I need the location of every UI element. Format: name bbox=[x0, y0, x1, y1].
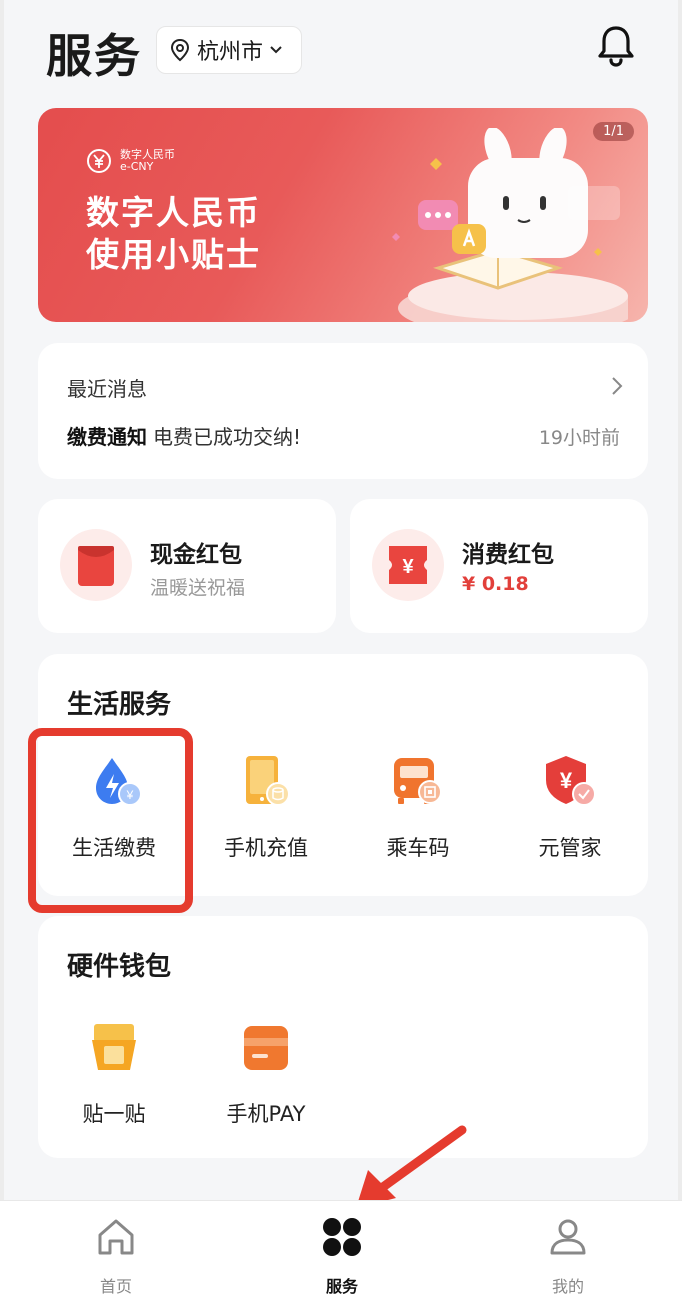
message-time: 19小时前 bbox=[538, 427, 620, 449]
chevron-down-icon bbox=[270, 46, 282, 54]
frame-edge-left bbox=[0, 0, 4, 1304]
service-bus-code[interactable]: 乘车码 bbox=[342, 754, 494, 862]
recent-messages-card[interactable]: 最近消息 缴费通知 电费已成功交纳! 19小时前 bbox=[38, 343, 648, 479]
bottom-navigation: 首页 服务 我的 bbox=[0, 1200, 682, 1304]
message-item: 缴费通知 电费已成功交纳! bbox=[67, 421, 301, 450]
promo-banner[interactable]: 数字人民币 e-CNY 数字人民币 使用小贴士 1/1 bbox=[38, 108, 648, 322]
chevron-right-icon bbox=[612, 377, 623, 395]
cash-red-packet-card[interactable]: 现金红包 温暖送祝福 bbox=[38, 499, 336, 633]
message-type: 缴费通知 bbox=[67, 425, 147, 449]
nav-label: 我的 bbox=[551, 1277, 584, 1296]
svg-text:¥: ¥ bbox=[560, 768, 573, 793]
highlight-box-annotation bbox=[28, 728, 193, 913]
tap-card-icon bbox=[92, 1024, 136, 1070]
recent-messages-title: 最近消息 bbox=[67, 377, 147, 401]
red-envelope-icon bbox=[60, 529, 132, 601]
packet-amount: ¥ 0.18 bbox=[462, 573, 529, 595]
packet-title: 消费红包 bbox=[462, 542, 554, 568]
notification-bell-icon[interactable] bbox=[596, 24, 636, 68]
packet-title: 现金红包 bbox=[150, 542, 242, 568]
nav-home[interactable]: 首页 bbox=[56, 1215, 176, 1297]
nav-label: 首页 bbox=[99, 1277, 132, 1296]
ecny-logo-en: e-CNY bbox=[120, 160, 154, 173]
yuan-shield-icon: ¥ bbox=[546, 756, 596, 806]
hardware-phone-pay[interactable]: 手机PAY bbox=[190, 1020, 342, 1128]
message-text: 电费已成功交纳! bbox=[153, 425, 302, 449]
hardware-tap-card[interactable]: 贴一贴 bbox=[38, 1020, 190, 1128]
phone-pay-icon bbox=[244, 1026, 288, 1070]
profile-icon bbox=[550, 1219, 586, 1255]
hardware-label: 贴一贴 bbox=[82, 1102, 146, 1126]
service-label: 手机充值 bbox=[224, 836, 308, 860]
home-icon bbox=[98, 1219, 134, 1255]
banner-title-line2: 使用小贴士 bbox=[86, 235, 261, 274]
nav-profile[interactable]: 我的 bbox=[508, 1215, 628, 1297]
service-phone-topup[interactable]: 手机充值 bbox=[190, 754, 342, 862]
city-label: 杭州市 bbox=[197, 40, 264, 65]
city-selector[interactable]: 杭州市 bbox=[156, 26, 302, 74]
nav-label: 服务 bbox=[325, 1277, 358, 1296]
consumption-red-packet-card[interactable]: ¥ 消费红包 ¥ 0.18 bbox=[350, 499, 648, 633]
hardware-wallet-title: 硬件钱包 bbox=[67, 952, 172, 982]
services-grid-icon bbox=[323, 1218, 361, 1256]
location-pin-icon bbox=[170, 38, 190, 62]
frame-edge-right bbox=[678, 0, 682, 1304]
packet-subtitle: 温暖送祝福 bbox=[150, 577, 246, 599]
phone-topup-icon bbox=[246, 756, 290, 806]
life-services-title: 生活服务 bbox=[67, 690, 172, 720]
page-title: 服务 bbox=[46, 29, 142, 83]
hardware-label: 手机PAY bbox=[226, 1102, 306, 1126]
nav-services[interactable]: 服务 bbox=[282, 1215, 402, 1297]
svg-text:¥: ¥ bbox=[402, 556, 414, 578]
ecny-logo-icon bbox=[87, 149, 111, 173]
bus-code-icon bbox=[394, 758, 442, 804]
ecny-logo: 数字人民币 e-CNY bbox=[86, 148, 175, 174]
banner-title: 数字人民币 使用小贴士 bbox=[86, 192, 261, 276]
hardware-wallet-card: 硬件钱包 贴一贴 手机PAY bbox=[38, 916, 648, 1158]
header: 服务 杭州市 bbox=[0, 0, 682, 100]
service-label: 元管家 bbox=[538, 836, 602, 860]
service-yuan-butler[interactable]: ¥ 元管家 bbox=[494, 754, 646, 862]
banner-title-line1: 数字人民币 bbox=[86, 193, 261, 232]
mascot-illustration bbox=[392, 128, 628, 322]
coupon-icon: ¥ bbox=[372, 529, 444, 601]
service-label: 乘车码 bbox=[386, 836, 450, 860]
